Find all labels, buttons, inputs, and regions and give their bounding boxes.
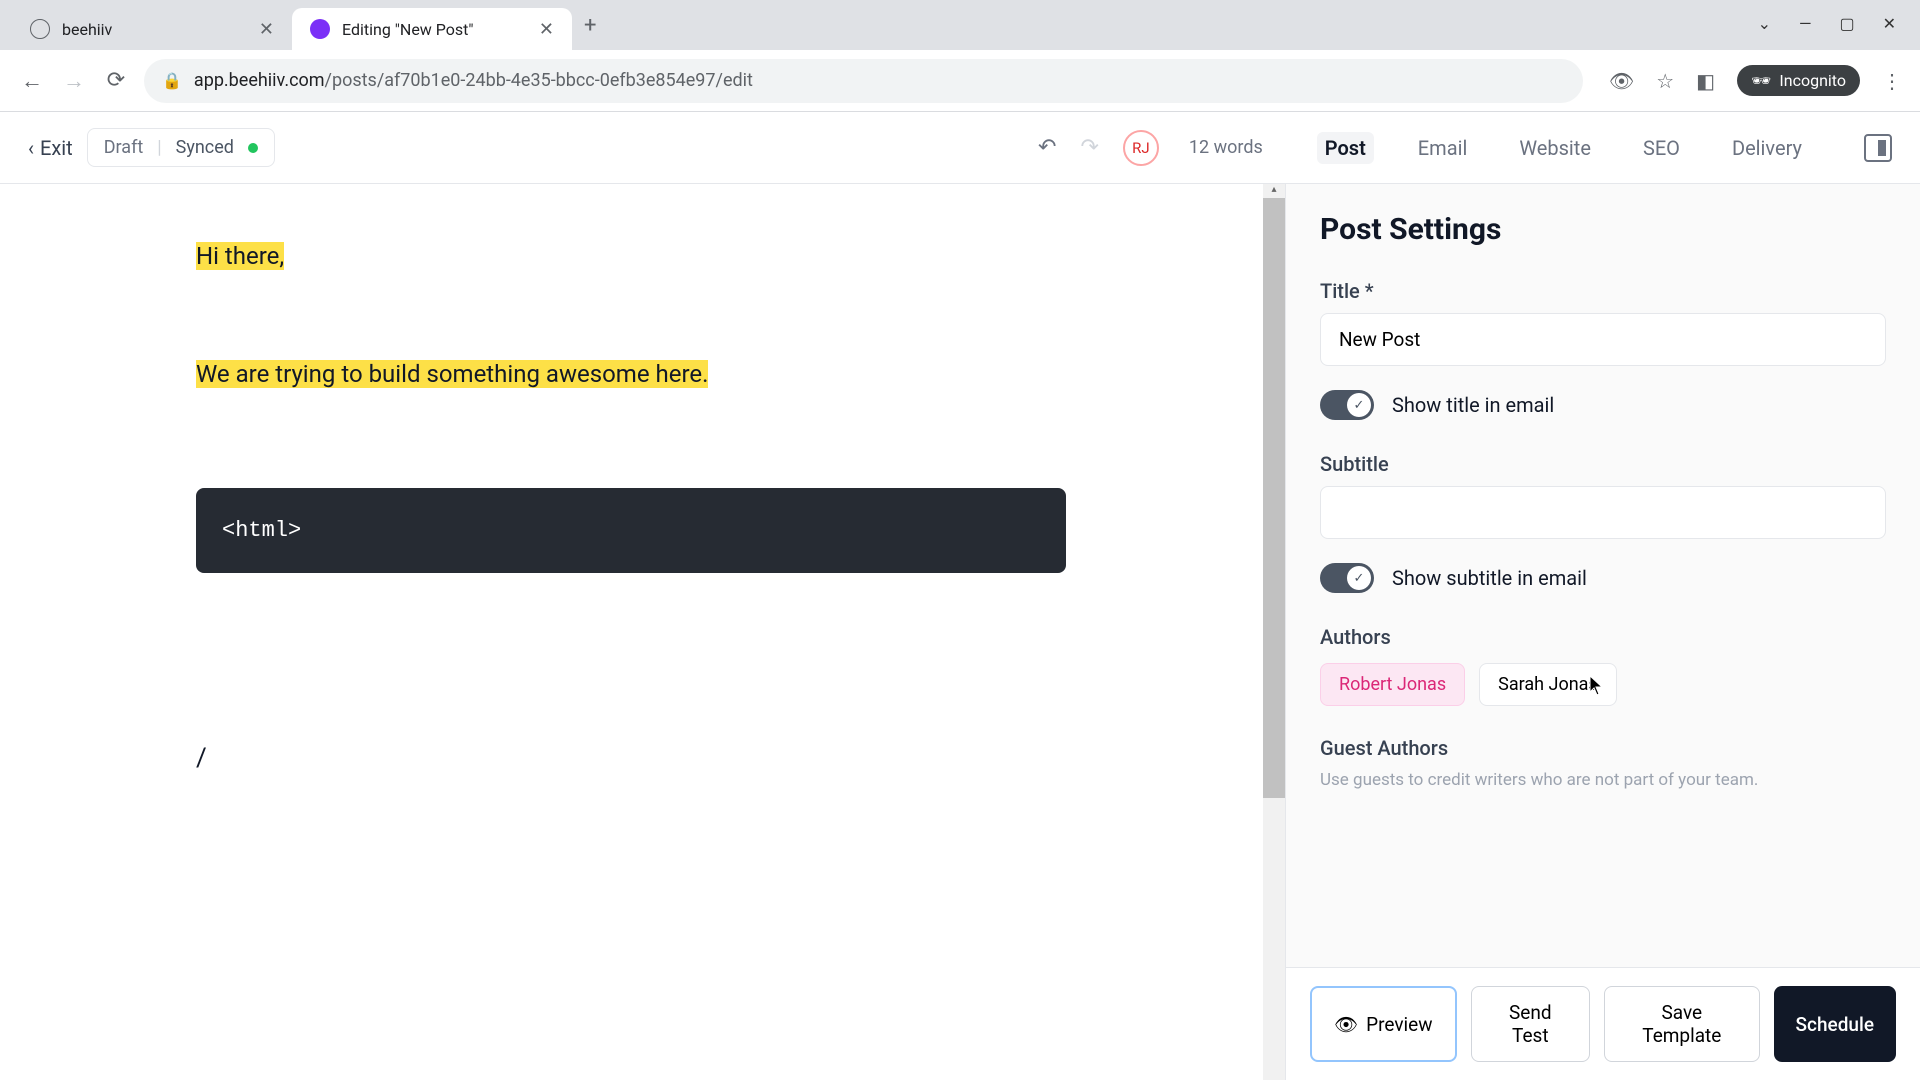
tab-post[interactable]: Post (1317, 132, 1374, 164)
exit-button[interactable]: ‹ Exit (28, 136, 73, 160)
extensions-icon[interactable]: ◧ (1696, 69, 1715, 93)
incognito-icon: 🕶 (1751, 71, 1771, 90)
browser-tab-editing[interactable]: Editing "New Post" ✕ (292, 8, 572, 50)
editor-line-1[interactable]: Hi there, (196, 242, 284, 270)
guest-authors-help: Use guests to credit writers who are not… (1320, 770, 1886, 790)
status-synced: Synced (176, 137, 234, 158)
main-layout: Hi there, We are trying to build somethi… (0, 184, 1920, 1080)
redo-button[interactable]: ↷ (1080, 135, 1098, 160)
url-path: /posts/af70b1e0-24bb-4e35-bbcc-0efb3e854… (325, 70, 753, 91)
status-pill: Draft | Synced (87, 128, 275, 167)
author-chip-robert[interactable]: Robert Jonas (1320, 663, 1465, 706)
panel-toggle-button[interactable] (1864, 134, 1892, 162)
tab-email[interactable]: Email (1410, 132, 1476, 164)
address-bar-row: ← → ⟳ 🔒 app.beehiiv.com/posts/af70b1e0-2… (0, 50, 1920, 112)
tab-seo[interactable]: SEO (1635, 132, 1688, 164)
avatar-initials: RJ (1132, 139, 1150, 157)
tabs-dropdown-icon[interactable]: ⌄ (1758, 14, 1771, 33)
editor-scrollbar[interactable]: ▴ (1263, 184, 1285, 1080)
status-draft: Draft (104, 137, 144, 158)
browser-tab-bar: beehiiv ✕ Editing "New Post" ✕ + (0, 0, 1920, 50)
url-host: app.beehiiv.com (194, 70, 325, 91)
show-title-label: Show title in email (1392, 393, 1554, 417)
title-input[interactable] (1320, 313, 1886, 366)
tab-website[interactable]: Website (1511, 132, 1599, 164)
sidebar-body: Post Settings Title * Show title in emai… (1286, 184, 1920, 967)
sync-dot-icon (248, 143, 258, 153)
forward-button[interactable]: → (60, 68, 88, 94)
sidebar-heading: Post Settings (1320, 212, 1886, 247)
window-controls: ⌄ ― ▢ ✕ (1734, 0, 1920, 47)
lock-icon: 🔒 (162, 71, 182, 90)
show-title-toggle[interactable] (1320, 390, 1374, 420)
authors-label: Authors (1320, 625, 1886, 649)
tab-title: beehiiv (62, 20, 247, 39)
beehiiv-favicon-icon (310, 19, 330, 39)
save-template-button[interactable]: Save Template (1604, 986, 1759, 1062)
scroll-up-icon[interactable]: ▴ (1263, 184, 1285, 198)
status-separator: | (157, 137, 161, 158)
app-toolbar: ‹ Exit Draft | Synced ↶ ↷ RJ 12 words Po… (0, 112, 1920, 184)
undo-button[interactable]: ↶ (1038, 135, 1056, 160)
star-icon[interactable]: ☆ (1656, 69, 1674, 93)
title-label: Title * (1320, 279, 1886, 303)
preview-button[interactable]: 👁 Preview (1310, 986, 1457, 1062)
editor-line-2[interactable]: We are trying to build something awesome… (196, 360, 708, 388)
chevron-left-icon: ‹ (28, 136, 34, 160)
show-subtitle-toggle[interactable] (1320, 563, 1374, 593)
incognito-label: Incognito (1779, 71, 1846, 90)
eye-off-icon[interactable]: 👁 (1609, 69, 1634, 93)
back-button[interactable]: ← (18, 68, 46, 94)
editor-content[interactable]: Hi there, We are trying to build somethi… (0, 184, 1285, 813)
slash-command[interactable]: / (196, 743, 1105, 773)
subtitle-label: Subtitle (1320, 452, 1886, 476)
author-chip-sarah[interactable]: Sarah Jonas (1479, 663, 1617, 706)
minimize-icon[interactable]: ― (1799, 14, 1812, 33)
reload-button[interactable]: ⟳ (102, 68, 130, 93)
guest-authors-label: Guest Authors (1320, 736, 1886, 760)
maximize-icon[interactable]: ▢ (1839, 14, 1854, 33)
code-block[interactable]: <html> (196, 488, 1066, 573)
close-window-icon[interactable]: ✕ (1883, 14, 1896, 33)
exit-label: Exit (40, 136, 73, 160)
schedule-button[interactable]: Schedule (1774, 986, 1896, 1062)
footer-bar: 👁 Preview Send Test Save Template Schedu… (1286, 967, 1920, 1080)
kebab-menu-icon[interactable]: ⋮ (1882, 69, 1902, 93)
settings-sidebar: Post Settings Title * Show title in emai… (1285, 184, 1920, 1080)
author-chips: Robert Jonas Sarah Jonas (1320, 663, 1886, 706)
show-title-toggle-row: Show title in email (1320, 390, 1886, 420)
editor-area[interactable]: Hi there, We are trying to build somethi… (0, 184, 1285, 1080)
word-count: 12 words (1189, 137, 1263, 158)
address-bar-icons: 👁 ☆ ◧ 🕶 Incognito ⋮ (1609, 65, 1902, 96)
avatar[interactable]: RJ (1123, 130, 1159, 166)
browser-tab-beehiiv[interactable]: beehiiv ✕ (12, 8, 292, 50)
eye-icon: 👁 (1334, 1013, 1358, 1036)
close-tab-icon[interactable]: ✕ (259, 19, 274, 40)
url-bar[interactable]: 🔒 app.beehiiv.com/posts/af70b1e0-24bb-4e… (144, 59, 1583, 103)
scroll-thumb[interactable] (1263, 198, 1285, 798)
close-tab-icon[interactable]: ✕ (539, 19, 554, 40)
preview-label: Preview (1366, 1013, 1432, 1036)
subtitle-input[interactable] (1320, 486, 1886, 539)
tab-delivery[interactable]: Delivery (1724, 132, 1810, 164)
send-test-button[interactable]: Send Test (1471, 986, 1591, 1062)
show-subtitle-toggle-row: Show subtitle in email (1320, 563, 1886, 593)
incognito-badge[interactable]: 🕶 Incognito (1737, 65, 1860, 96)
url-text: app.beehiiv.com/posts/af70b1e0-24bb-4e35… (194, 70, 753, 91)
show-subtitle-label: Show subtitle in email (1392, 566, 1587, 590)
settings-tabs: Post Email Website SEO Delivery (1317, 132, 1810, 164)
globe-icon (30, 19, 50, 39)
tab-title: Editing "New Post" (342, 20, 527, 39)
new-tab-button[interactable]: + (584, 13, 596, 38)
